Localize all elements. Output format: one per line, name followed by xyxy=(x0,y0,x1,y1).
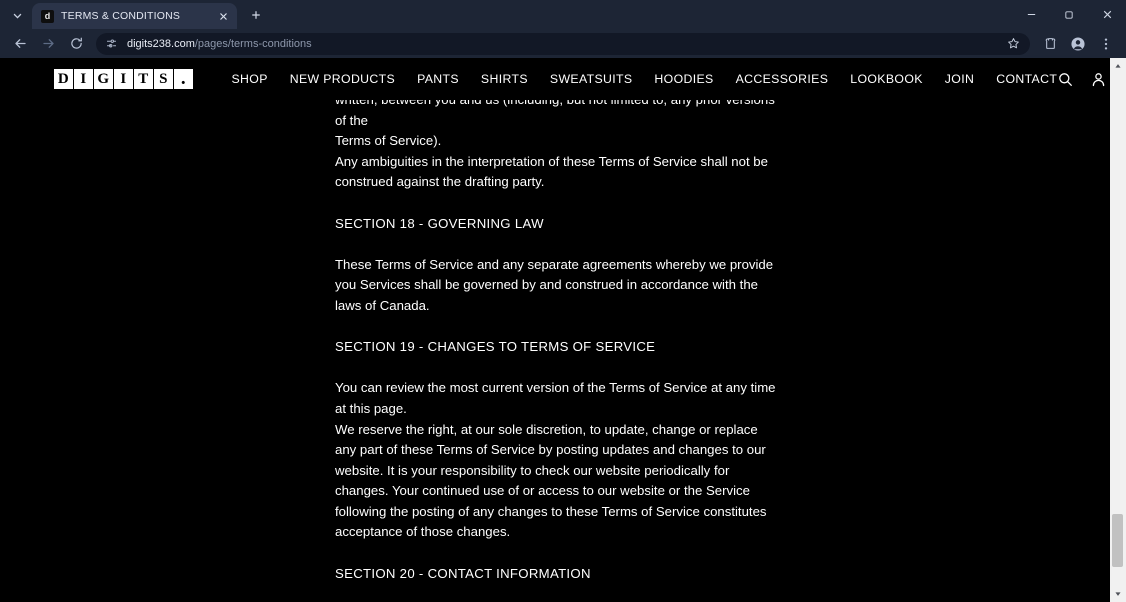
terms-article: written, between you and us (including, … xyxy=(0,90,1110,602)
nav-item-join[interactable]: JOIN xyxy=(945,72,974,86)
nav-item-shirts[interactable]: SHIRTS xyxy=(481,72,528,86)
logo-letter: D xyxy=(54,69,73,89)
site-logo[interactable]: D I G I T S . xyxy=(54,69,193,89)
web-page: D I G I T S . SHOP NEW PRODUCTS PANTS SH… xyxy=(0,58,1110,602)
new-tab-button[interactable] xyxy=(244,3,268,27)
scroll-down-arrow-icon[interactable] xyxy=(1110,586,1126,602)
url-host: digits238.com xyxy=(127,37,195,50)
reload-button[interactable] xyxy=(62,32,90,56)
address-bar[interactable]: digits238.com/pages/terms-conditions xyxy=(96,32,1030,55)
browser-menu-icon[interactable] xyxy=(1092,32,1120,56)
site-info-icon[interactable] xyxy=(105,37,119,51)
browser-tab[interactable]: d TERMS & CONDITIONS xyxy=(32,3,237,29)
tab-search-button[interactable] xyxy=(4,4,30,26)
nav-item-pants[interactable]: PANTS xyxy=(417,72,459,86)
logo-letter: I xyxy=(114,69,133,89)
scroll-up-arrow-icon[interactable] xyxy=(1110,58,1126,74)
page-viewport: D I G I T S . SHOP NEW PRODUCTS PANTS SH… xyxy=(0,58,1126,602)
header-icon-group: 0 xyxy=(1057,70,1110,89)
bookmark-star-icon[interactable] xyxy=(1007,37,1020,50)
account-icon[interactable] xyxy=(1090,71,1107,88)
browser-toolbar: digits238.com/pages/terms-conditions xyxy=(0,29,1126,58)
scrollbar-track[interactable] xyxy=(1110,74,1126,586)
nav-item-hoodies[interactable]: HOODIES xyxy=(654,72,713,86)
section-19-paragraph-a: You can review the most current version … xyxy=(335,380,776,416)
tab-title: TERMS & CONDITIONS xyxy=(61,10,181,22)
window-minimize-button[interactable] xyxy=(1012,0,1050,29)
logo-letter: T xyxy=(134,69,153,89)
page-scrollbar[interactable] xyxy=(1110,58,1126,602)
nav-item-contact[interactable]: CONTACT xyxy=(996,72,1057,86)
logo-letter: I xyxy=(74,69,93,89)
url-path: /pages/terms-conditions xyxy=(194,37,312,50)
logo-dot: . xyxy=(174,69,193,89)
paragraph-continued-line-2: Terms of Service). xyxy=(335,133,442,149)
nav-item-new-products[interactable]: NEW PRODUCTS xyxy=(290,72,395,86)
search-icon[interactable] xyxy=(1057,71,1074,88)
window-controls xyxy=(1012,0,1126,29)
tab-close-icon[interactable] xyxy=(215,8,231,24)
logo-letter: G xyxy=(94,69,113,89)
profile-avatar-icon[interactable] xyxy=(1064,32,1092,56)
paragraph-continued-line-3: Any ambiguities in the interpretation of… xyxy=(335,153,768,169)
nav-item-accessories[interactable]: ACCESSORIES xyxy=(736,72,829,86)
forward-button[interactable] xyxy=(34,32,62,56)
address-bar-url: digits238.com/pages/terms-conditions xyxy=(127,38,312,50)
tab-strip: d TERMS & CONDITIONS xyxy=(0,0,1126,29)
site-navigation: SHOP NEW PRODUCTS PANTS SHIRTS SWEATSUIT… xyxy=(232,72,1058,86)
nav-item-sweatsuits[interactable]: SWEATSUITS xyxy=(550,72,633,86)
extensions-icon[interactable] xyxy=(1036,32,1064,56)
nav-item-shop[interactable]: SHOP xyxy=(232,72,268,86)
window-maximize-button[interactable] xyxy=(1050,0,1088,29)
site-header: D I G I T S . SHOP NEW PRODUCTS PANTS SH… xyxy=(0,58,1110,100)
section-20-heading: SECTION 20 - CONTACT INFORMATION xyxy=(335,565,591,581)
section-18-heading: SECTION 18 - GOVERNING LAW xyxy=(335,215,544,231)
section-19-heading: SECTION 19 - CHANGES TO TERMS OF SERVICE xyxy=(335,339,656,355)
nav-item-lookbook[interactable]: LOOKBOOK xyxy=(850,72,923,86)
section-19-paragraph-b: We reserve the right, at our sole discre… xyxy=(335,421,767,540)
section-18-paragraph: These Terms of Service and any separate … xyxy=(335,256,774,313)
scrollbar-thumb[interactable] xyxy=(1112,514,1123,567)
back-button[interactable] xyxy=(6,32,34,56)
tab-favicon-icon: d xyxy=(41,9,54,23)
paragraph-continued-line-4: construed against the drafting party. xyxy=(335,174,545,190)
browser-window: d TERMS & CONDITIONS digits238.com/pages… xyxy=(0,0,1126,602)
logo-letter: S xyxy=(154,69,173,89)
window-close-button[interactable] xyxy=(1088,0,1126,29)
